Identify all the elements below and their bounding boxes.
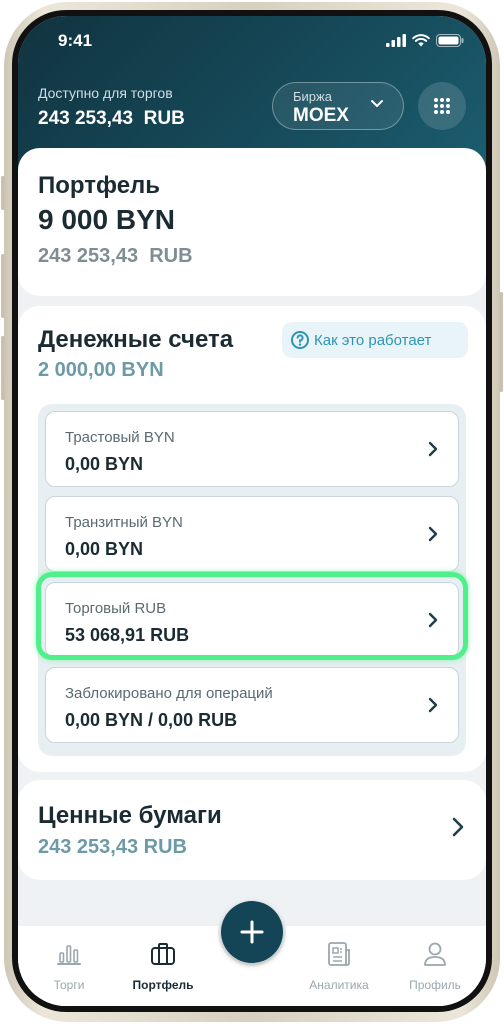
account-value: 0,00 BYN: [65, 539, 144, 559]
chevron-right-icon: [452, 817, 464, 837]
chevron-right-icon: [428, 697, 438, 713]
exchange-selector[interactable]: Биржа MOEX: [272, 82, 404, 130]
volume-up-button: [1, 254, 5, 318]
available-label: Доступно для торгов: [38, 85, 173, 101]
news-icon: [328, 942, 350, 966]
mute-switch: [1, 176, 5, 210]
portfolio-card: Портфель 9 000 BYN 243 253,43 RUB: [18, 148, 486, 296]
volume-down-button: [1, 336, 5, 400]
status-icons: [386, 34, 464, 47]
portfolio-title: Портфель: [38, 172, 161, 199]
chevron-right-icon: [428, 441, 438, 457]
status-time: 9:41: [58, 31, 93, 50]
tab-label: Профиль: [409, 978, 461, 992]
battery-icon: [436, 34, 464, 47]
securities-title: Ценные бумаги: [38, 802, 222, 829]
account-item-transit-byn[interactable]: Транзитный BYN 0,00 BYN: [45, 496, 459, 572]
how-it-works-button[interactable]: Как это работает: [282, 322, 468, 358]
question-circle-icon: [291, 331, 309, 349]
signal-icon: [386, 34, 406, 47]
briefcase-icon: [151, 943, 175, 965]
plus-icon: [240, 920, 264, 944]
chevron-down-icon: [371, 100, 383, 107]
exchange-label: Биржа: [293, 89, 332, 104]
cash-accounts-title: Денежные счета: [38, 326, 234, 353]
tab-analytics[interactable]: Аналитика: [294, 926, 384, 1006]
exchange-value: MOEX: [293, 105, 349, 126]
add-button[interactable]: [221, 901, 283, 963]
cash-accounts-value: 2 000,00 BYN: [38, 359, 164, 381]
user-icon: [424, 942, 446, 966]
account-item-blocked[interactable]: Заблокировано для операций 0,00 BYN / 0,…: [45, 667, 459, 743]
tab-label: Аналитика: [309, 978, 369, 992]
menu-grid-button[interactable]: [418, 82, 466, 130]
cash-accounts-card: Денежные счета 2 000,00 BYN Как это рабо…: [18, 306, 486, 772]
tab-profile[interactable]: Профиль: [390, 926, 480, 1006]
power-button: [499, 292, 503, 392]
how-it-works-label: Как это работает: [314, 331, 432, 349]
securities-value: 243 253,43 RUB: [38, 836, 187, 858]
account-value: 0,00 BYN / 0,00 RUB: [65, 710, 238, 730]
account-label: Трастовый BYN: [65, 429, 175, 446]
tab-trading[interactable]: Торги: [24, 926, 114, 1006]
account-label: Заблокировано для операций: [65, 685, 273, 702]
portfolio-value: 9 000 BYN: [38, 204, 175, 235]
account-value: 0,00 BYN: [65, 454, 144, 474]
tab-label: Торги: [53, 978, 85, 992]
tab-portfolio[interactable]: Портфель: [118, 926, 208, 1006]
wifi-icon: [412, 34, 430, 47]
screen: 9:41 Доступно для торгов 243 253,43 RUB: [18, 16, 486, 1006]
chevron-right-icon: [428, 526, 438, 542]
securities-card[interactable]: Ценные бумаги 243 253,43 RUB: [18, 780, 486, 880]
portfolio-sub-value: 243 253,43 RUB: [38, 245, 193, 267]
account-label: Транзитный BYN: [65, 514, 183, 531]
highlight-outline: [36, 572, 468, 660]
account-item-trust-byn[interactable]: Трастовый BYN 0,00 BYN: [45, 411, 459, 487]
grid-dots-icon: [434, 98, 450, 114]
bar-chart-icon: [57, 945, 81, 965]
tab-label: Портфель: [132, 978, 194, 992]
available-value: 243 253,43 RUB: [38, 108, 185, 129]
